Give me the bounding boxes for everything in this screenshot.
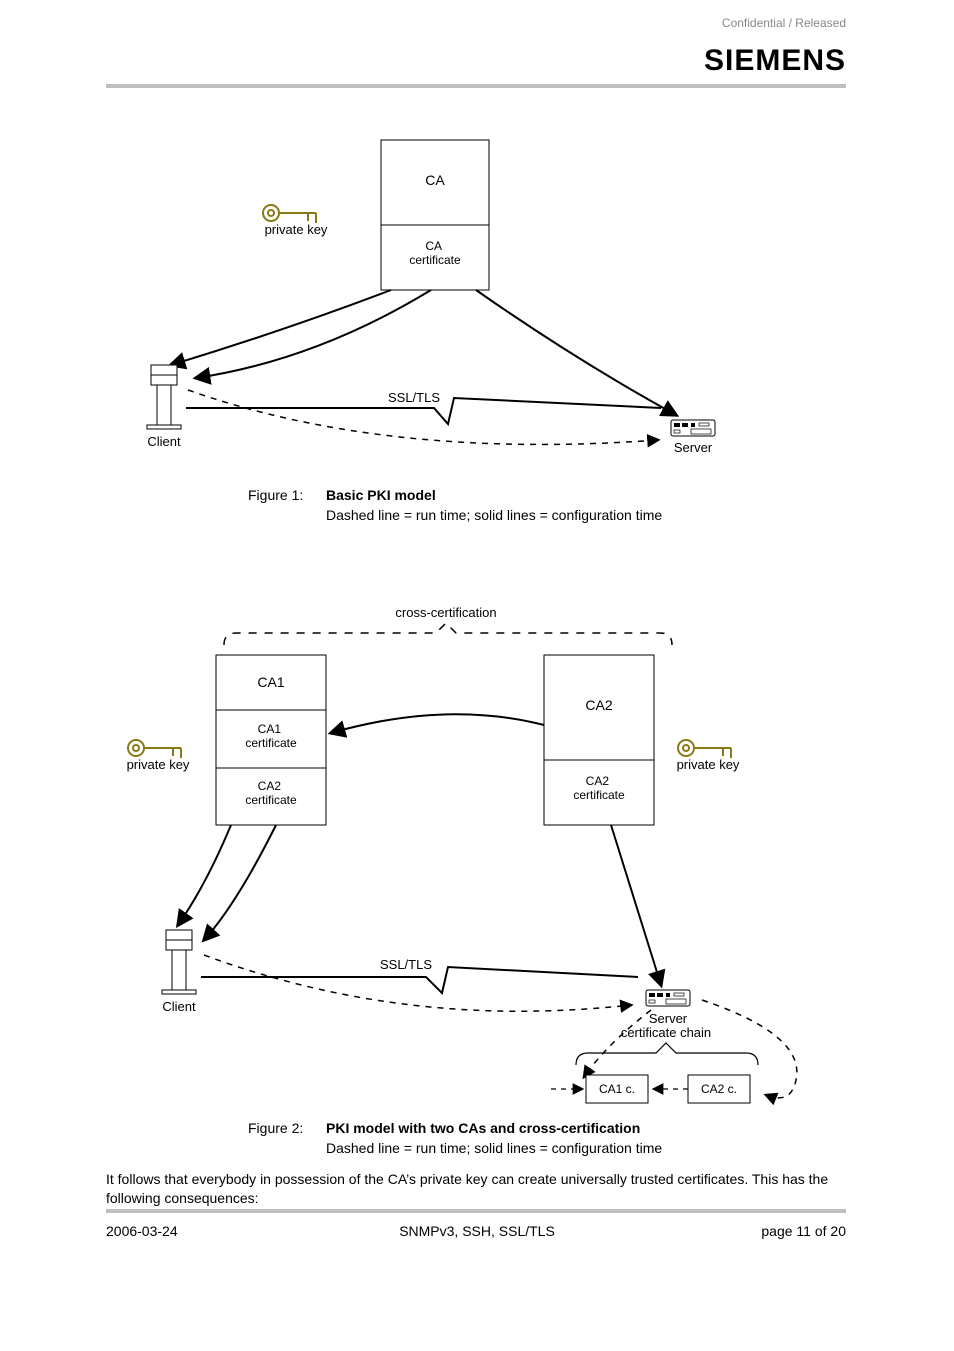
chain-right: CA2 c. xyxy=(701,1082,737,1096)
footer-rule xyxy=(106,1209,846,1213)
figure-2-caption: Figure 2: PKI model with two CAs and cro… xyxy=(248,1118,748,1159)
ca1-label: CA1 xyxy=(257,674,284,690)
client-label-2: Client xyxy=(162,999,196,1014)
arrow-ca1-client-1 xyxy=(178,825,231,925)
ca2-label: CA2 xyxy=(585,697,612,713)
ca-label: CA xyxy=(425,172,445,188)
caption-sub: Dashed line = run time; solid lines = co… xyxy=(326,505,662,525)
chain-left: CA1 c. xyxy=(599,1082,635,1096)
caption-sub-2: Dashed line = run time; solid lines = co… xyxy=(326,1138,662,1158)
arrow-ca-client-2 xyxy=(196,290,431,378)
ca2-box: CA2 CA2 certificate xyxy=(544,655,654,825)
client-label: Client xyxy=(147,434,181,449)
runtime-server-chain xyxy=(584,1010,651,1077)
key-label: private key xyxy=(265,222,328,237)
caption-label: Figure 1: xyxy=(248,485,318,505)
server-label-2: Server xyxy=(649,1011,688,1026)
key-icon xyxy=(263,205,316,223)
key-label-1: private key xyxy=(127,757,190,772)
figure-2: cross-certification CA1 CA1 certificate … xyxy=(106,605,846,1125)
client-icon xyxy=(162,930,196,994)
client-icon xyxy=(147,365,181,429)
key-icon xyxy=(128,740,181,758)
server-icon xyxy=(646,990,690,1006)
chain-label: certificate chain xyxy=(621,1025,711,1040)
footer-page: page 11 of 20 xyxy=(761,1223,846,1239)
key-icon xyxy=(678,740,731,758)
figure-1-caption: Figure 1: Basic PKI model Dashed line = … xyxy=(248,485,748,526)
brand-logo: SIEMENS xyxy=(704,44,846,78)
figure-1: CA CA certificate private key xyxy=(106,130,846,500)
figure-2-svg: cross-certification CA1 CA1 certificate … xyxy=(106,605,846,1125)
cross-cert-brace xyxy=(224,623,672,645)
arrow-ca1-client-2 xyxy=(204,825,276,940)
header-rule xyxy=(106,84,846,88)
figure-1-svg: CA CA certificate private key xyxy=(106,130,846,500)
key-label-2: private key xyxy=(677,757,740,772)
header-right: Confidential / Released xyxy=(722,16,846,30)
body-paragraph: It follows that everybody in possession … xyxy=(106,1170,846,1208)
server-label: Server xyxy=(674,440,713,455)
caption-label-2: Figure 2: xyxy=(248,1118,318,1138)
caption-title-2: PKI model with two CAs and cross-certifi… xyxy=(326,1118,640,1138)
chain-boxes: CA1 c. CA2 c. xyxy=(551,1075,750,1103)
arrow-ca-server xyxy=(476,290,676,415)
ssl-label-2: SSL/TLS xyxy=(380,957,432,972)
arrow-ca2-server xyxy=(611,825,661,985)
ca1-box: CA1 CA1 certificate CA2 certificate xyxy=(216,655,326,825)
cross-cert-label: cross-certification xyxy=(395,605,496,620)
ssl-label: SSL/TLS xyxy=(388,390,440,405)
page: SIEMENS CA CA certificate xyxy=(0,0,954,1351)
caption-title: Basic PKI model xyxy=(326,485,436,505)
server-icon xyxy=(671,420,715,436)
arrow-ca-client-1 xyxy=(171,290,391,365)
ca-box: CA CA certificate xyxy=(381,140,489,290)
cross-cert-arrow xyxy=(331,714,544,733)
